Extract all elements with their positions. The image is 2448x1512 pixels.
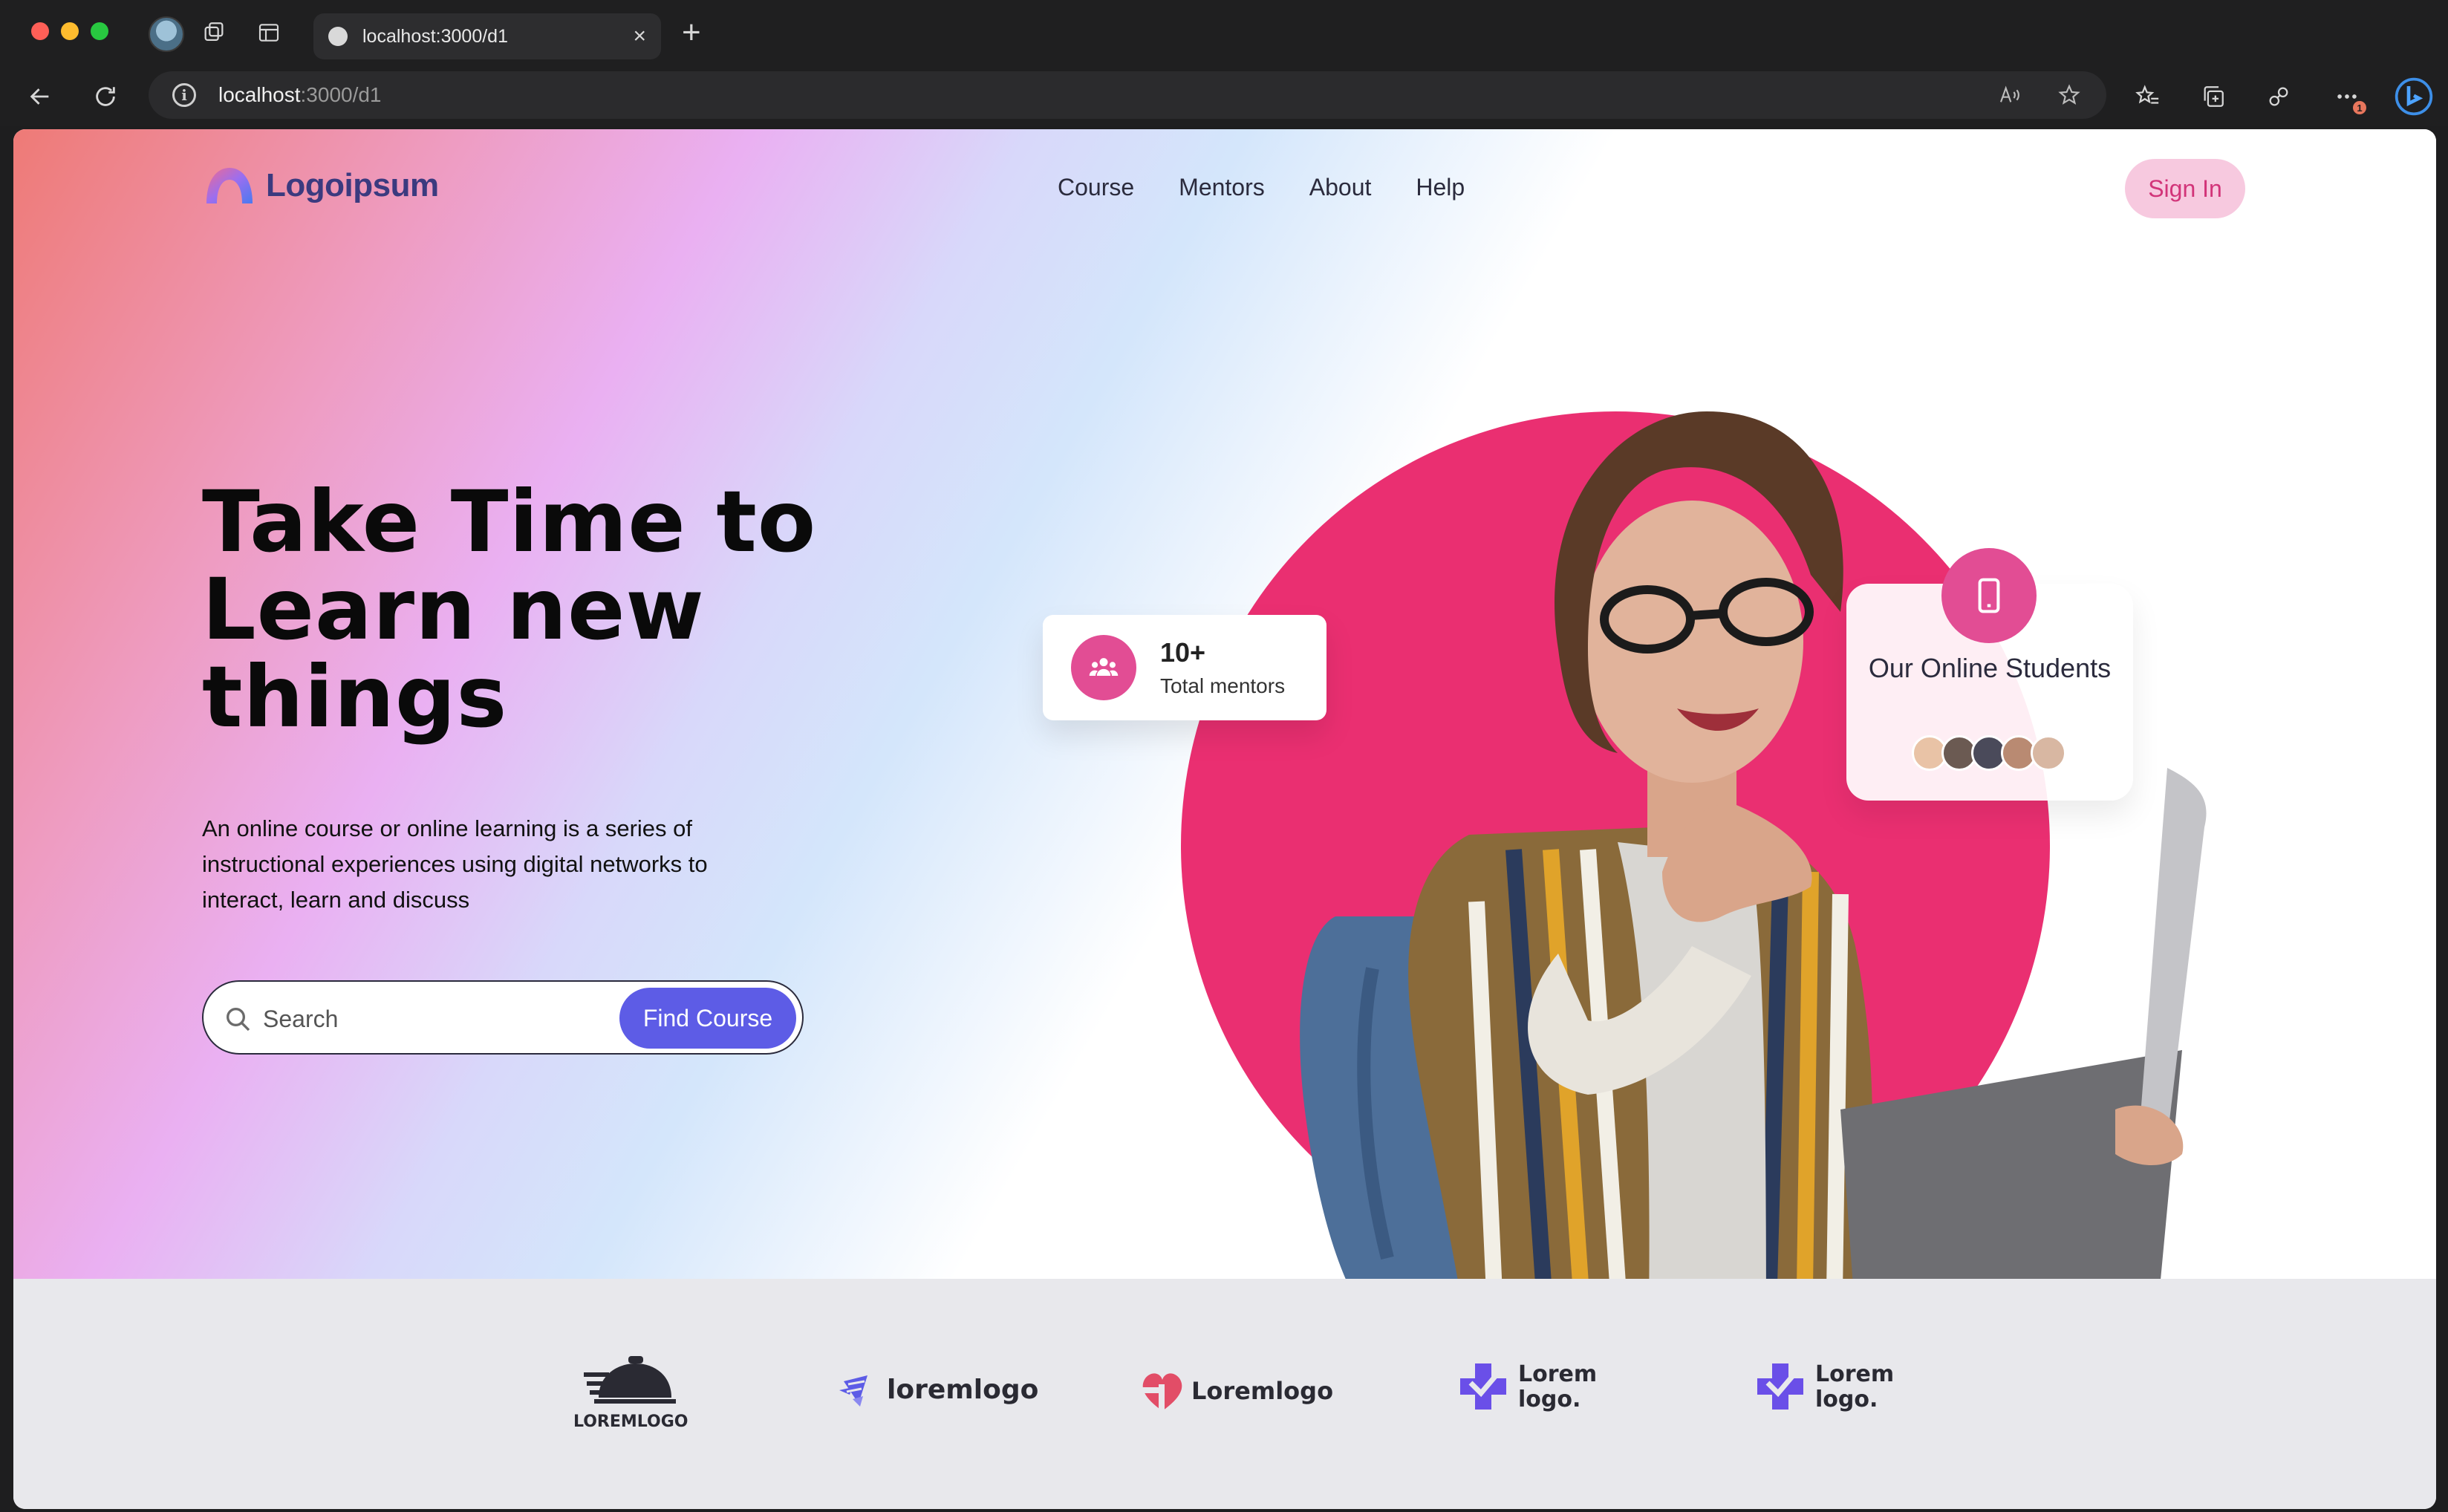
partner-logo: loremlogo [838,1368,1038,1411]
browser-toolbar: i localhost :3000/d1 1 [0,67,2448,126]
medical-plus-icon [1757,1363,1803,1410]
copilot-icon[interactable] [2393,76,2435,117]
address-bar[interactable]: i localhost :3000/d1 [149,71,2106,119]
favorite-star-icon[interactable] [2054,80,2084,110]
mentors-stat-card: 10+ Total mentors [1043,615,1326,720]
mentors-count: 10+ [1160,637,1206,668]
partner-name: Loremlogo [1191,1377,1334,1405]
hero-headline: Take Time to Learn new things [202,478,870,741]
partner-logo: LOREMLOGO [573,1353,688,1431]
site-info-icon[interactable]: i [172,83,196,107]
workspaces-icon[interactable] [198,16,230,49]
students-title: Our Online Students [1868,653,2112,683]
partner-name: Lorem logo. [1518,1361,1598,1412]
nav-about[interactable]: About [1309,174,1372,201]
main-nav: Course Mentors About Help [1058,174,1465,201]
favorites-icon[interactable] [2130,79,2166,114]
student-illustration [1300,411,2207,1392]
students-avatar-group [1912,735,2066,771]
mobile-phone-icon [1941,548,2037,643]
partner-logo: Loremlogo [1136,1365,1333,1417]
reload-icon[interactable] [88,79,123,114]
profile-avatar[interactable] [149,16,184,52]
nav-mentors[interactable]: Mentors [1179,174,1265,201]
heart-cross-icon [1139,1373,1182,1411]
avatar [2031,735,2066,771]
partner-logo: Lorem logo. [1457,1361,1607,1414]
read-aloud-icon[interactable] [1995,80,2025,110]
students-stat-card: Our Online Students [1846,548,2133,801]
tab-actions-icon[interactable] [253,16,285,49]
browser-tab[interactable]: localhost:3000/d1 × [313,13,661,59]
collections-icon[interactable] [2195,79,2231,114]
nav-course[interactable]: Course [1058,174,1134,201]
minimize-window-button[interactable] [61,22,79,40]
maximize-window-button[interactable] [91,22,108,40]
partner-name: LOREMLOGO [573,1412,688,1431]
close-tab-icon[interactable]: × [633,24,646,49]
notification-badge: 1 [2353,101,2366,114]
mentors-label: Total mentors [1160,674,1286,697]
close-window-button[interactable] [31,22,49,40]
more-options-icon[interactable]: 1 [2329,79,2366,114]
partner-logos-strip: LOREMLOGO loremlogo Loremlogo Lorem logo… [13,1279,2436,1509]
url-host: localhost [218,83,301,106]
medical-plus-icon [1460,1363,1506,1410]
nav-help[interactable]: Help [1416,174,1465,201]
hero-description: An online course or online learning is a… [202,815,708,913]
logo-text: Logoipsum [266,167,439,203]
site-logo[interactable]: Logoipsum [204,165,439,206]
find-course-button[interactable]: Find Course [619,988,796,1049]
cloche-icon [584,1356,677,1404]
new-tab-button[interactable]: + [682,16,701,49]
headline-line: Take Time to [202,472,817,571]
url-path: :3000/d1 [300,83,382,106]
partner-name: loremlogo [887,1374,1039,1405]
mentors-group-icon [1071,635,1136,700]
partner-name: Lorem logo. [1815,1361,1895,1412]
search-icon [223,1004,253,1034]
page-viewport: Logoipsum Course Mentors About Help Sign… [13,129,2436,1509]
extensions-icon[interactable] [2261,79,2296,114]
partner-logo: Lorem logo. [1754,1361,1904,1414]
search-input[interactable] [263,998,590,1040]
hero-section: Logoipsum Course Mentors About Help Sign… [13,129,2436,1392]
speed-mark-icon [839,1375,867,1407]
tab-favicon-icon [328,27,348,46]
sign-in-button[interactable]: Sign In [2125,159,2245,218]
headline-line: Learn new [202,560,705,659]
browser-titlebar: localhost:3000/d1 × + [0,0,2448,67]
logo-mark-icon [206,168,253,203]
tab-title: localhost:3000/d1 [362,25,508,47]
headline-line: things [202,648,508,746]
course-search: Find Course [202,980,804,1055]
back-arrow-icon[interactable] [22,79,58,114]
